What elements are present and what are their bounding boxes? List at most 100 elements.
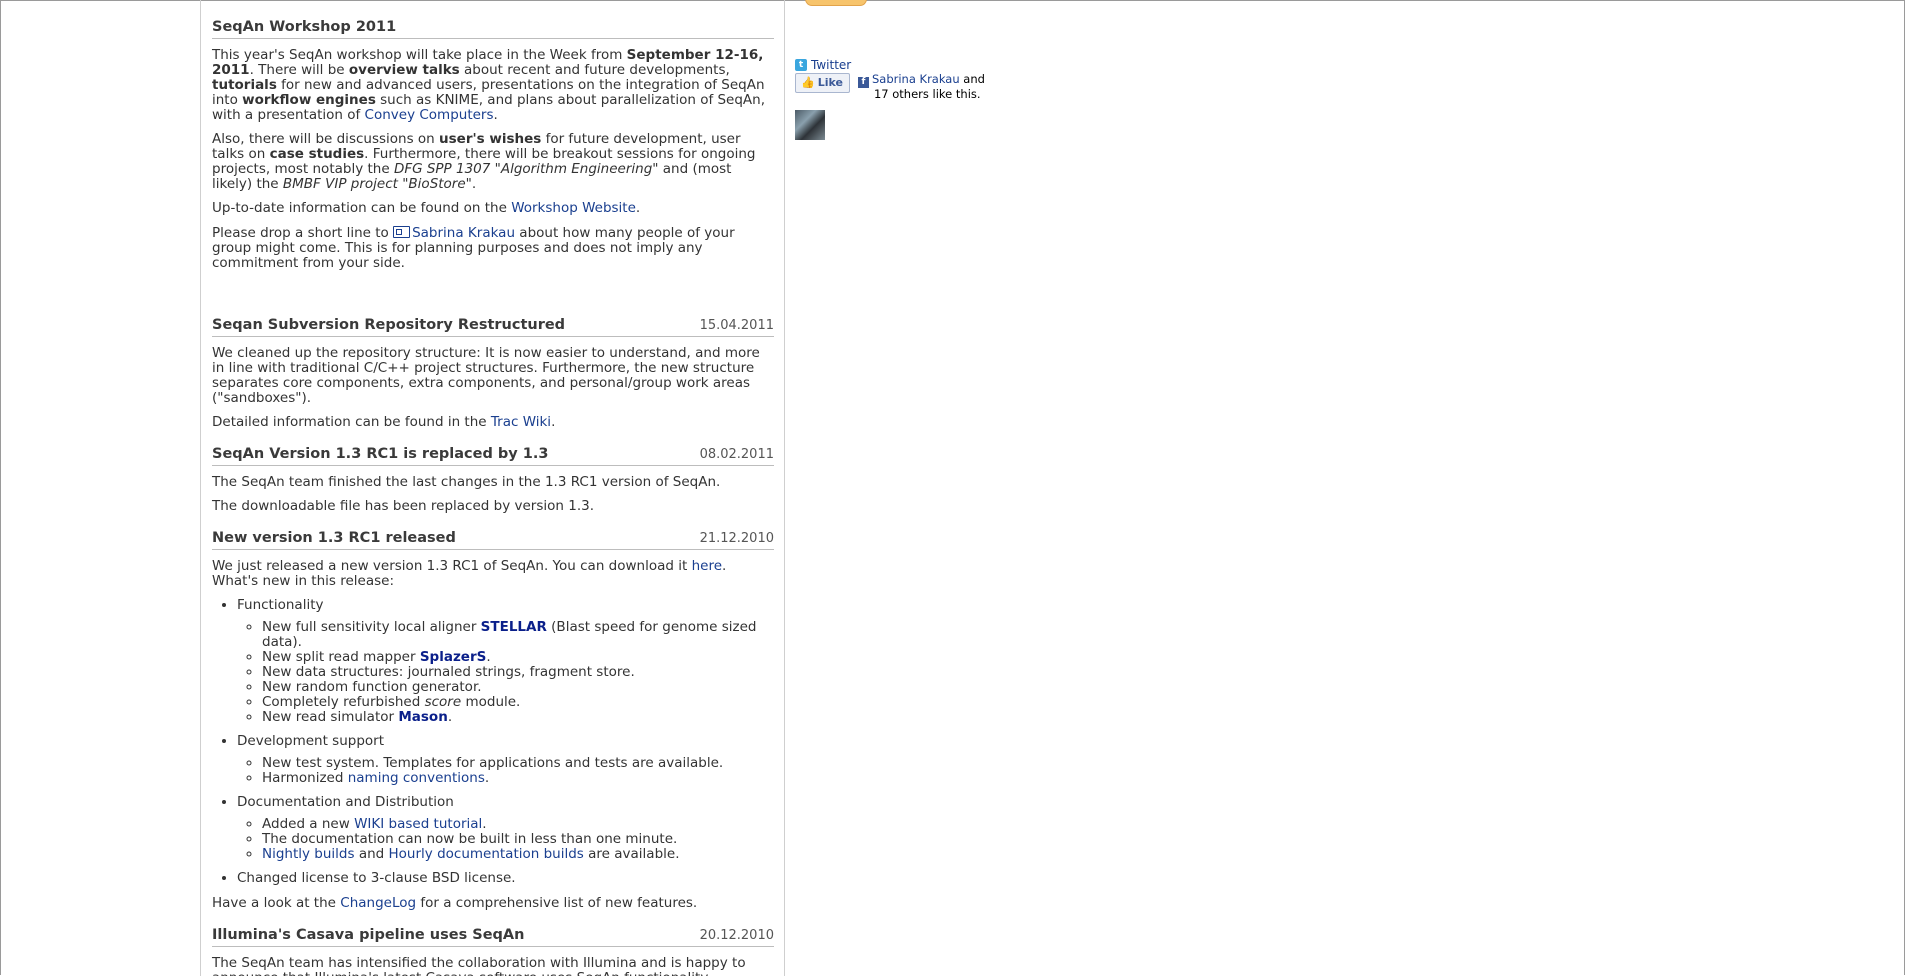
article-paragraph: The downloadable file has been replaced … [212,498,594,514]
italic-text: score [424,694,462,710]
news-article: SeqAn Version 1.3 RC1 is replaced by 1.3… [212,447,774,514]
like-button-label: Like [817,76,843,89]
text: . [447,709,453,725]
emphasis-text: case studies [269,146,365,162]
thumbs-up-icon: 👍 [801,76,815,89]
download-here-link[interactable]: here [692,558,722,574]
emphasis-text: tutorials [212,77,277,93]
news-list: SeqAn Workshop 2011 This year's SeqAn wo… [201,0,784,976]
article-paragraph: Please drop a short line to Sabrina Krak… [212,225,774,271]
text: and [959,72,985,86]
changelog-link[interactable]: ChangeLog [340,895,416,911]
splazers-link[interactable]: SplazerS [420,649,487,665]
wiki-tutorial-link[interactable]: WIKI based tutorial [354,816,482,832]
text: and [354,846,389,862]
text: about recent and future developments, [459,62,730,78]
avatar[interactable] [795,110,825,140]
workshop-website-link[interactable]: Workshop Website [511,200,636,216]
news-article: Seqan Subversion Repository Restructured… [212,318,774,430]
convey-computers-link[interactable]: Convey Computers [365,107,494,123]
sub-list: New test system. Templates for applicati… [237,756,774,786]
stellar-link[interactable]: STELLAR [481,619,547,635]
feature-list: Functionality New full sensitivity local… [212,598,774,886]
text: . [635,200,641,216]
article-date: 21.12.2010 [699,531,774,546]
article-title: SeqAn Version 1.3 RC1 is replaced by 1.3 [212,446,549,462]
text: Also, there will be discussions on [212,131,440,147]
hourly-doc-builds-link[interactable]: Hourly documentation builds [389,846,584,862]
facebook-others-text: 17 others like this. [873,87,981,101]
trac-wiki-link[interactable]: Trac Wiki [491,414,551,430]
twitter-icon: t [795,59,807,71]
article-header: Illumina's Casava pipeline uses SeqAn 20… [212,928,774,947]
facebook-user-link[interactable]: Sabrina Krakau [872,72,960,86]
text: This year's SeqAn workshop will take pla… [212,47,627,63]
mail-icon [393,226,411,238]
text: . [482,816,487,832]
list-item: New split read mapper SplazerS. [262,650,774,665]
italic-text: BMBF VIP project "BioStore" [282,176,472,192]
sub-list: New full sensitivity local aligner STELL… [237,620,774,725]
article-date: 08.02.2011 [699,447,774,462]
list-item: Development support New test system. Tem… [237,734,774,786]
list-item: Documentation and Distribution Added a n… [237,795,774,862]
list-item: The documentation can now be built in le… [262,832,774,847]
text: . [471,176,477,192]
text: Have a look at the [212,895,341,911]
article-date: 20.12.2010 [699,928,774,943]
article-paragraph: We cleaned up the repository structure: … [212,345,760,406]
list-item: New read simulator Mason. [262,710,774,725]
text: Please drop a short line to [212,225,394,241]
article-paragraph: The SeqAn team has intensified the colla… [212,955,746,976]
twitter-link[interactable]: t Twitter [795,58,851,72]
article-title: Illumina's Casava pipeline uses SeqAn [212,927,525,943]
emphasis-text: overview talks [348,62,460,78]
text: for a comprehensive list of new features… [416,895,698,911]
article-header: SeqAn Version 1.3 RC1 is replaced by 1.3… [212,447,774,466]
article-title: Seqan Subversion Repository Restructured [212,317,566,333]
text: Added a new [262,816,355,832]
facebook-like-count: f Sabrina Krakau and 17 others like this. [857,72,985,101]
article-header: Seqan Subversion Repository Restructured… [212,318,774,337]
list-item: New random function generator. [262,680,774,695]
facebook-like-widget: 👍 Like f Sabrina Krakau and 17 others lik… [795,73,985,101]
news-article: New version 1.3 RC1 released 21.12.2010 … [212,531,774,911]
article-title: New version 1.3 RC1 released [212,530,456,546]
text: are available. [583,846,680,862]
orange-tab[interactable] [805,0,867,6]
article-title: SeqAn Workshop 2011 [212,19,397,35]
mason-link[interactable]: Mason [398,709,447,725]
article-paragraph: Also, there will be discussions on user'… [212,132,774,192]
main-content-column: SeqAn Workshop 2011 This year's SeqAn wo… [200,0,785,976]
article-paragraph: Up-to-date information can be found on t… [212,201,774,216]
article-paragraph: Have a look at the ChangeLog for a compr… [212,896,774,911]
list-item: Changed license to 3-clause BSD license. [237,871,774,886]
facebook-like-button[interactable]: 👍 Like [795,73,850,93]
news-article: SeqAn Workshop 2011 This year's SeqAn wo… [212,20,774,271]
text: . [493,107,498,123]
article-paragraph: This year's SeqAn workshop will take pla… [212,48,774,123]
naming-conventions-link[interactable]: naming conventions [348,770,485,786]
text: Harmonized [262,770,348,786]
text: Detailed information can be found in the [212,414,491,430]
list-item-label: Documentation and Distribution [237,794,454,810]
text: . [486,649,491,665]
list-item: New data structures: journaled strings, … [262,665,774,680]
email-link[interactable]: Sabrina Krakau [393,225,515,241]
nightly-builds-link[interactable]: Nightly builds [262,846,355,862]
text: . [551,414,556,430]
article-paragraph: The SeqAn team finished the last changes… [212,474,721,490]
text: New read simulator [262,709,399,725]
article-header: New version 1.3 RC1 released 21.12.2010 [212,531,774,550]
text: New full sensitivity local aligner [262,619,481,635]
text: We just released a new version 1.3 RC1 o… [212,558,692,574]
email-link-label: Sabrina Krakau [412,225,516,241]
list-item-label: Development support [237,733,385,749]
text: Completely refurbished [262,694,425,710]
list-item: New test system. Templates for applicati… [262,756,774,771]
emphasis-text: workflow engines [242,92,376,108]
article-date: 15.04.2011 [699,318,774,333]
article-header: SeqAn Workshop 2011 [212,20,774,39]
article-paragraph: We just released a new version 1.3 RC1 o… [212,559,774,589]
